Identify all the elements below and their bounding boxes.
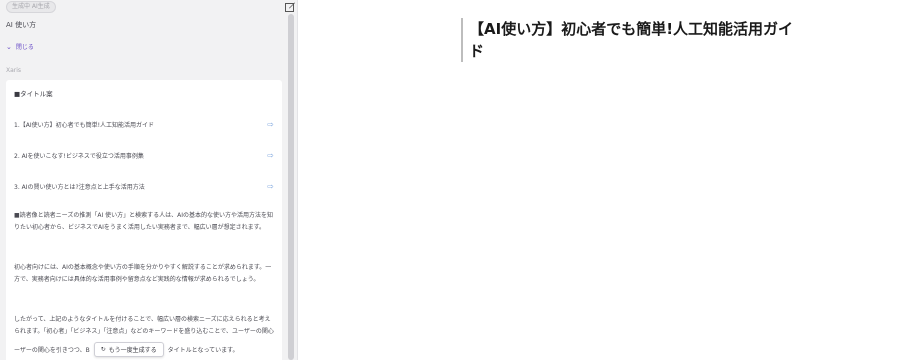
paragraph-fragment: タイトルとなっています。 [167, 347, 239, 354]
paragraph-audience: 初心者向けには、AIの基本概念や使い方の手順を分かりやすく解説することが求められ… [14, 264, 272, 283]
edit-icon[interactable] [284, 1, 296, 13]
chevron-down-icon: ⌄ [6, 42, 12, 51]
assistant-panel: 生成中 AI生成 AI 使い方 ⌄ 閉じる Xaris ■タイトル案 1.【AI… [0, 0, 298, 360]
title-suggestion-text: 3. AIの賢い使い方とは?注意点と上手な活用方法 [14, 183, 145, 191]
panel-title: AI 使い方 [6, 21, 37, 29]
insert-arrow-icon[interactable]: ⇨ [267, 182, 274, 191]
title-suggestion-1: 1.【AI使い方】初心者でも簡単!人工知能活用ガイド ⇨ [14, 118, 274, 130]
collapse-button[interactable]: ⌄ 閉じる [6, 42, 34, 52]
title-suggestion-3: 3. AIの賢い使い方とは?注意点と上手な活用方法 ⇨ [14, 180, 274, 192]
document-title[interactable]: 【AI使い方】初心者でも簡単!人工知能活用ガイド [461, 18, 799, 62]
paragraph-conclusion: したがって、上記のようなタイトルを付けることで、幅広い層の検索ニーズに応えられる… [14, 316, 274, 335]
regenerate-row: ーザーの関心を引きつつ、B ↻ もう一度生成する タイトルとなっています。 [14, 342, 276, 357]
paragraph-fragment: ーザーの関心を引きつつ、B [14, 347, 90, 354]
app-frame: 生成中 AI生成 AI 使い方 ⌄ 閉じる Xaris ■タイトル案 1.【AI… [0, 0, 900, 360]
panel-scrollbar[interactable] [288, 14, 294, 360]
response-card: ■タイトル案 1.【AI使い方】初心者でも簡単!人工知能活用ガイド ⇨ 2. A… [6, 80, 282, 360]
title-suggestion-text: 2. AIを使いこなす!ビジネスで役立つ活用事例集 [14, 152, 144, 160]
status-badge: 生成中 AI生成 [6, 1, 56, 13]
regenerate-label: もう一度生成する [108, 347, 157, 354]
section-heading: ■タイトル案 [14, 90, 53, 98]
collapse-label: 閉じる [15, 44, 34, 51]
author-label: Xaris [6, 67, 22, 74]
title-suggestion-2: 2. AIを使いこなす!ビジネスで役立つ活用事例集 ⇨ [14, 149, 274, 161]
title-suggestion-text: 1.【AI使い方】初心者でも簡単!人工知能活用ガイド [14, 121, 155, 129]
paragraph-reader-needs: ■読者像と読者ニーズの推測「AI 使い方」と検索する人は、AIの基本的な使い方や… [14, 212, 274, 231]
insert-arrow-icon[interactable]: ⇨ [267, 120, 274, 129]
insert-arrow-icon[interactable]: ⇨ [267, 151, 274, 160]
regenerate-button[interactable]: ↻ もう一度生成する [93, 342, 164, 357]
refresh-icon: ↻ [100, 346, 106, 353]
